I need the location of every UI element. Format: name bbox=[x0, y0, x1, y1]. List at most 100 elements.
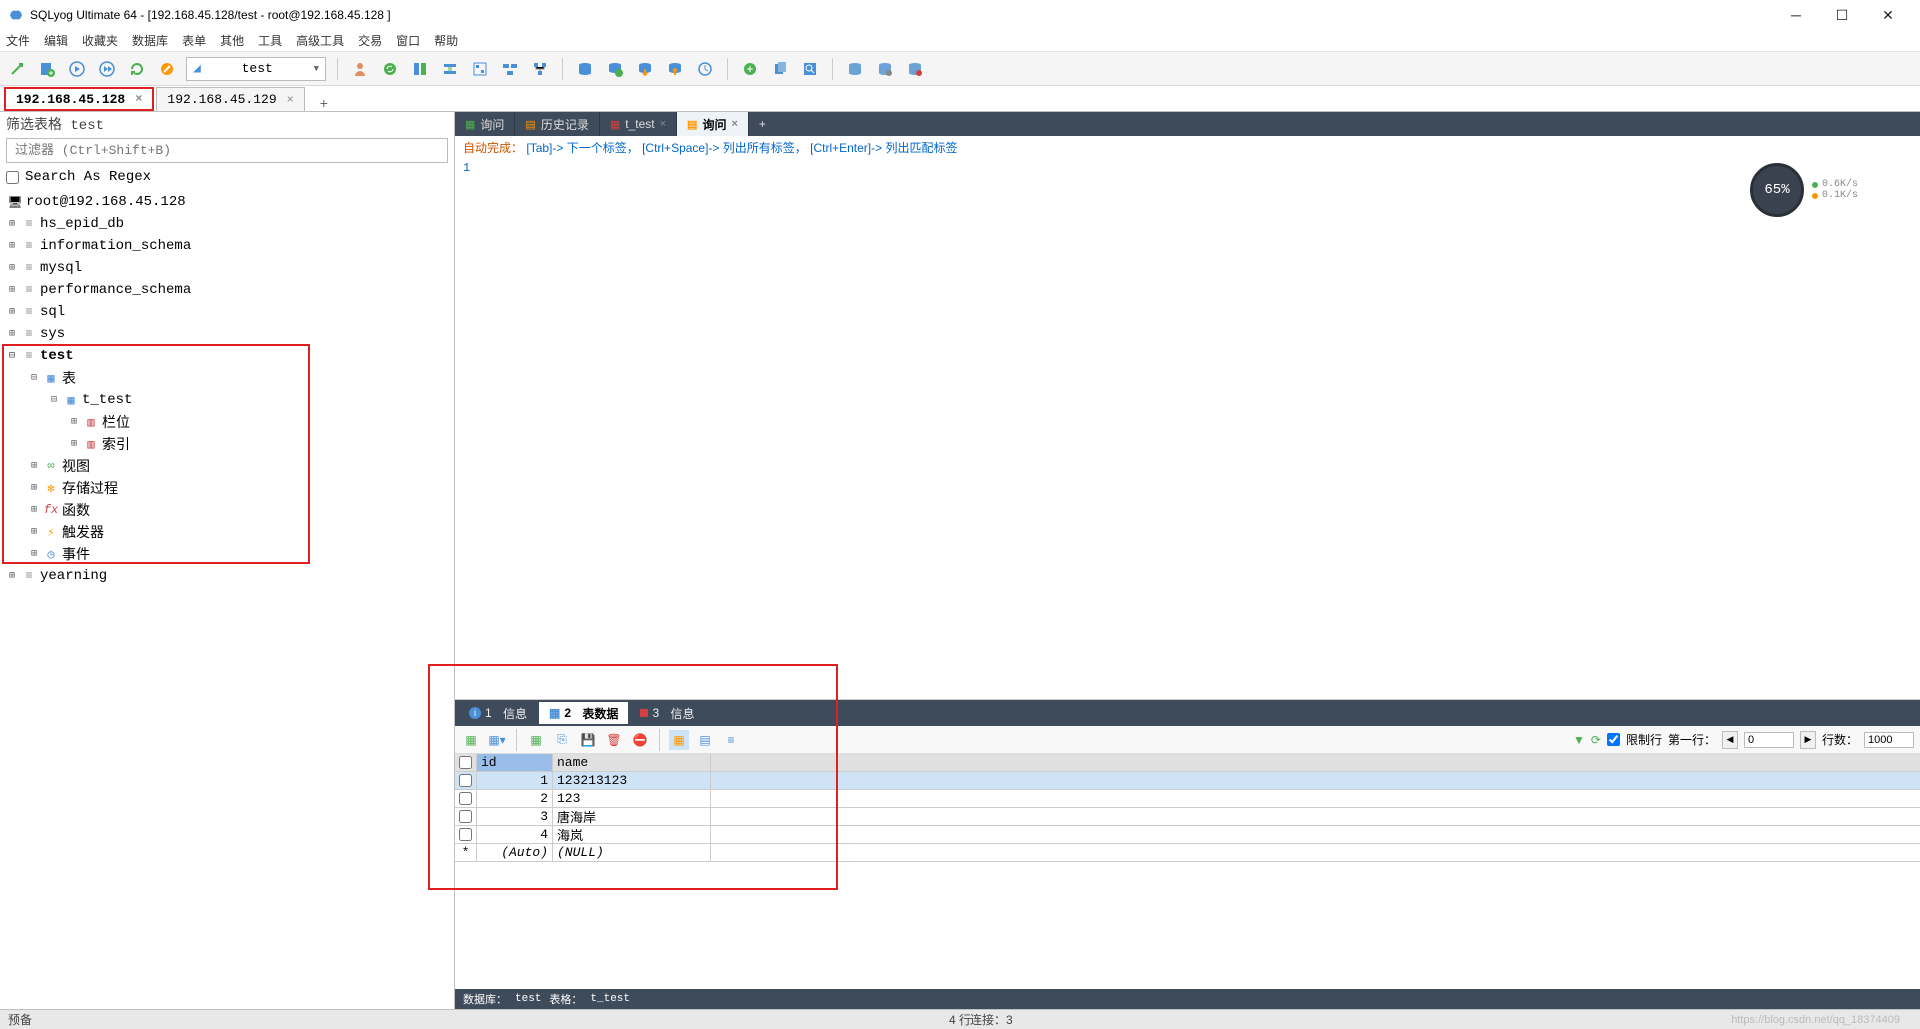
add-connection-button[interactable]: + bbox=[313, 95, 335, 111]
select-all-checkbox[interactable] bbox=[459, 756, 472, 769]
close-icon[interactable]: × bbox=[660, 118, 666, 130]
tree-db[interactable]: ⊞≡information_schema bbox=[0, 235, 454, 257]
insert-row-icon[interactable]: ▦▾ bbox=[487, 730, 507, 750]
tree-db[interactable]: ⊞≡hs_epid_db bbox=[0, 213, 454, 235]
cancel-icon[interactable]: ⛔ bbox=[630, 730, 650, 750]
expander-icon[interactable]: ⊞ bbox=[28, 526, 40, 538]
execute-all-icon[interactable] bbox=[96, 58, 118, 80]
expander-icon[interactable]: ⊞ bbox=[28, 460, 40, 472]
expander-icon[interactable]: ⊞ bbox=[28, 504, 40, 516]
editor-tab[interactable]: ▤询问× bbox=[677, 112, 749, 136]
delete-row-icon[interactable]: 🗑 bbox=[604, 730, 624, 750]
visual-icon[interactable] bbox=[469, 58, 491, 80]
grid-view-icon[interactable]: ▦ bbox=[669, 730, 689, 750]
tree-procs[interactable]: ⊞✻存储过程 bbox=[0, 477, 454, 499]
row-checkbox[interactable] bbox=[459, 774, 472, 787]
duplicate-row-icon[interactable]: ▦ bbox=[526, 730, 546, 750]
tree-db-test[interactable]: ⊟≡test bbox=[0, 345, 454, 367]
tree-db[interactable]: ⊞≡performance_schema bbox=[0, 279, 454, 301]
export-icon[interactable] bbox=[664, 58, 686, 80]
expander-icon[interactable]: ⊞ bbox=[6, 570, 18, 582]
tree-funcs[interactable]: ⊞fx函数 bbox=[0, 499, 454, 521]
text-view-icon[interactable]: ≡ bbox=[721, 730, 741, 750]
editor-tab[interactable]: ▦询问 bbox=[455, 112, 515, 136]
stop-icon[interactable] bbox=[156, 58, 178, 80]
execute-icon[interactable] bbox=[66, 58, 88, 80]
menu-other[interactable]: 其他 bbox=[220, 32, 244, 49]
menu-tools[interactable]: 工具 bbox=[258, 32, 282, 49]
tree-db[interactable]: ⊞≡mysql bbox=[0, 257, 454, 279]
editor-tab[interactable]: ▦t_test× bbox=[600, 112, 677, 136]
menu-trans[interactable]: 交易 bbox=[358, 32, 382, 49]
database-combo[interactable]: ◢ test ▼ bbox=[186, 57, 326, 81]
result-tab-data[interactable]: ▦2 表数据 bbox=[539, 702, 628, 724]
filter-input[interactable] bbox=[6, 138, 448, 163]
sync-icon[interactable] bbox=[379, 58, 401, 80]
db-tool-1-icon[interactable] bbox=[844, 58, 866, 80]
expander-icon[interactable]: ⊞ bbox=[6, 240, 18, 252]
table-row[interactable]: 1 123213123 bbox=[455, 772, 1920, 790]
header-id[interactable]: id bbox=[477, 754, 553, 771]
expander-icon[interactable]: ⊞ bbox=[28, 482, 40, 494]
maximize-button[interactable]: ☐ bbox=[1828, 7, 1856, 24]
menu-fav[interactable]: 收藏夹 bbox=[82, 32, 118, 49]
backup-icon[interactable] bbox=[574, 58, 596, 80]
query-editor[interactable]: 1 65% 0.6K/s 0.1K/s bbox=[455, 159, 1920, 699]
add-tab-button[interactable]: + bbox=[749, 112, 776, 136]
menu-edit[interactable]: 编辑 bbox=[44, 32, 68, 49]
copy-db-icon[interactable] bbox=[769, 58, 791, 80]
close-icon[interactable]: × bbox=[135, 92, 142, 106]
expander-icon[interactable]: ⊞ bbox=[6, 284, 18, 296]
row-count-input[interactable] bbox=[1864, 732, 1914, 748]
header-checkbox-cell[interactable] bbox=[455, 754, 477, 771]
row-checkbox[interactable] bbox=[459, 810, 472, 823]
expander-icon[interactable]: ⊞ bbox=[6, 306, 18, 318]
expander-icon[interactable]: ⊞ bbox=[68, 438, 80, 450]
expander-icon[interactable]: ⊟ bbox=[28, 372, 40, 384]
table-row[interactable]: 3 唐海岸 bbox=[455, 808, 1920, 826]
expander-icon[interactable]: ⊟ bbox=[6, 350, 18, 362]
tree-table-item[interactable]: ⊟▦t_test bbox=[0, 389, 454, 411]
connection-tab[interactable]: 192.168.45.129 × bbox=[156, 87, 304, 111]
expander-icon[interactable]: ⊞ bbox=[28, 548, 40, 560]
close-icon[interactable]: × bbox=[287, 93, 294, 107]
limit-checkbox[interactable] bbox=[1607, 733, 1620, 746]
result-tab-info2[interactable]: 3 信息 bbox=[630, 702, 704, 724]
tree-columns[interactable]: ⊞▥栏位 bbox=[0, 411, 454, 433]
regex-checkbox[interactable] bbox=[6, 171, 19, 184]
prev-page-button[interactable]: ◀ bbox=[1722, 731, 1738, 749]
new-connection-icon[interactable] bbox=[6, 58, 28, 80]
menu-table[interactable]: 表单 bbox=[182, 32, 206, 49]
menu-window[interactable]: 窗口 bbox=[396, 32, 420, 49]
find-icon[interactable] bbox=[799, 58, 821, 80]
expander-icon[interactable]: ⊞ bbox=[6, 218, 18, 230]
tree-tables[interactable]: ⊟▦表 bbox=[0, 367, 454, 389]
copy-cell-icon[interactable]: ⎘ bbox=[552, 730, 572, 750]
close-icon[interactable]: × bbox=[731, 118, 737, 130]
expander-icon[interactable]: ⊞ bbox=[6, 262, 18, 274]
row-checkbox[interactable] bbox=[459, 828, 472, 841]
db-tool-2-icon[interactable] bbox=[874, 58, 896, 80]
tree-indexes[interactable]: ⊞▥索引 bbox=[0, 433, 454, 455]
refresh-icon[interactable] bbox=[126, 58, 148, 80]
tree-root[interactable]: 🖥root@192.168.45.128 bbox=[0, 191, 454, 213]
data-grid[interactable]: id name 1 123213123 2 123 3 唐海岸 bbox=[455, 754, 1920, 862]
data-sync-icon[interactable] bbox=[439, 58, 461, 80]
db-tool-3-icon[interactable] bbox=[904, 58, 926, 80]
expander-icon[interactable]: ⊟ bbox=[48, 394, 60, 406]
menu-db[interactable]: 数据库 bbox=[132, 32, 168, 49]
table-new-row[interactable]: * (Auto) (NULL) bbox=[455, 844, 1920, 862]
tree-events[interactable]: ⊞◷事件 bbox=[0, 543, 454, 565]
filter-icon[interactable]: ▼ bbox=[1573, 733, 1585, 747]
import-icon[interactable] bbox=[634, 58, 656, 80]
save-icon[interactable]: 💾 bbox=[578, 730, 598, 750]
tree-views[interactable]: ⊞∞视图 bbox=[0, 455, 454, 477]
next-page-button[interactable]: ▶ bbox=[1800, 731, 1816, 749]
minimize-button[interactable]: ─ bbox=[1782, 7, 1810, 24]
query-builder-icon[interactable] bbox=[499, 58, 521, 80]
editor-tab[interactable]: ▤历史记录 bbox=[515, 112, 599, 136]
menu-file[interactable]: 文件 bbox=[6, 32, 30, 49]
expander-icon[interactable]: ⊞ bbox=[6, 328, 18, 340]
first-row-input[interactable] bbox=[1744, 732, 1794, 748]
table-row[interactable]: 4 海岚 bbox=[455, 826, 1920, 844]
